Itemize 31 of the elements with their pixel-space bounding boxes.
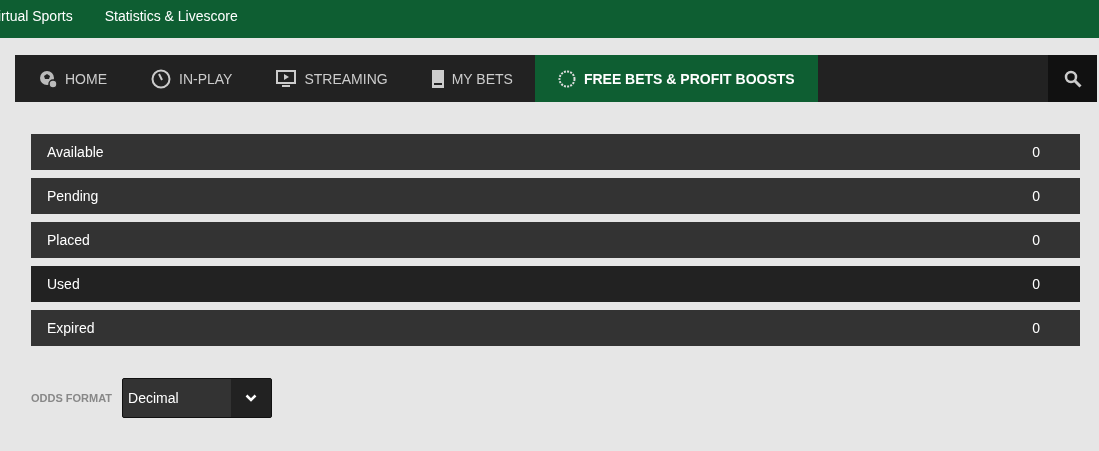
search-button[interactable]	[1048, 55, 1097, 102]
nav-tab[interactable]: STREAMING	[254, 55, 410, 102]
nav-tab[interactable]: FREE BETS & PROFIT BOOSTS	[534, 55, 818, 102]
bonus-row[interactable]: Available 0	[31, 134, 1080, 170]
row-label: Placed	[47, 232, 90, 248]
nav-tab[interactable]: MY BETS	[409, 55, 535, 102]
row-label: Expired	[47, 320, 95, 336]
stopwatch-icon	[151, 68, 171, 89]
top-link[interactable]: Statistics & Livescore	[104, 8, 238, 24]
row-count: 0	[1032, 320, 1040, 336]
nav-tab[interactable]: HOME	[15, 55, 129, 102]
ring-icon	[557, 69, 576, 88]
row-count: 0	[1032, 188, 1040, 204]
odds-format-select[interactable]: Decimal	[122, 378, 273, 418]
search-icon	[1063, 69, 1082, 88]
row-count: 0	[1032, 276, 1040, 292]
chevron-down-icon	[245, 394, 258, 402]
monitor-play-icon	[276, 69, 297, 88]
bonus-row[interactable]: Used 0	[31, 266, 1080, 302]
row-count: 0	[1032, 232, 1040, 248]
bonus-row[interactable]: Expired 0	[31, 310, 1080, 346]
row-label: Used	[47, 276, 80, 292]
nav-tab[interactable]: IN-PLAY	[129, 55, 255, 102]
row-label: Available	[47, 144, 104, 160]
bonus-row[interactable]: Pending 0	[31, 178, 1080, 214]
bonus-row[interactable]: Placed 0	[31, 222, 1080, 258]
row-count: 0	[1032, 144, 1040, 160]
soccer-ball-icon	[39, 69, 57, 88]
bet-slip-icon	[431, 69, 444, 88]
row-label: Pending	[47, 188, 99, 204]
odds-format-label: ODDS FORMAT	[31, 392, 113, 404]
